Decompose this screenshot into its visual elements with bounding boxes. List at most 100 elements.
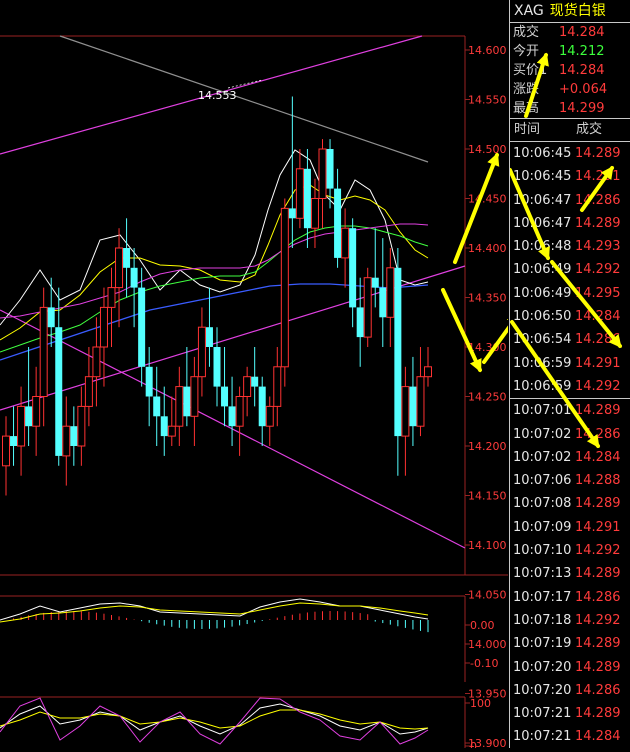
chart-area[interactable]: 14.600 14.550 14.500 14.450 14.400 14.350 14.3…: [0, 0, 520, 752]
tick-row: 10:07:21 14.289: [510, 702, 630, 725]
tick-row: 10:06:47 14.286: [510, 189, 630, 212]
quote-value: 14.284: [559, 25, 605, 40]
candle-body-down: [379, 287, 387, 318]
arrow-up-2: [482, 312, 520, 364]
candle-body-up: [416, 376, 425, 427]
price-tick-label: 14.450: [468, 193, 507, 206]
tick-time: 10:06:48: [513, 239, 572, 255]
tick-row: 10:06:59 14.292: [510, 375, 630, 398]
tick-time: 10:06:49: [513, 285, 572, 301]
tick-price: 14.286: [575, 682, 621, 698]
price-tick-label: 14.600: [468, 44, 507, 57]
candle-body-up: [197, 326, 206, 378]
candle-body-up: [2, 435, 10, 467]
tick-price: 14.291: [575, 169, 621, 185]
tick-time: 10:07:20: [513, 659, 572, 675]
ticks-time-header: 时间: [514, 122, 541, 137]
tick-price: 14.292: [575, 378, 621, 394]
candle-body-down: [349, 228, 357, 308]
tick-time: 10:06:47: [513, 192, 572, 208]
tick-time: 10:06:45: [513, 146, 572, 161]
tick-price: 14.286: [575, 192, 621, 208]
quote-header: XAG 现货白银: [510, 0, 630, 23]
candle-body-up: [363, 277, 372, 338]
tick-row: 10:07:20 14.289: [510, 656, 630, 679]
candlestick-chart[interactable]: 14.60014.55014.50014.45014.40014.35014.3…: [0, 0, 520, 752]
tick-time: 10:07:02: [513, 426, 572, 442]
tick-price: 14.292: [575, 262, 621, 278]
candle-body-up: [273, 366, 282, 407]
tick-time: 10:07:19: [513, 636, 572, 652]
quote-row: 最高 14.299: [510, 99, 630, 118]
tick-price: 14.289: [575, 496, 621, 512]
price-tick-label: 14.400: [468, 242, 507, 255]
macd-dea-line: [0, 602, 429, 623]
tick-row: 10:07:21 14.284: [510, 725, 630, 748]
macd-tick-label: 0.00: [470, 619, 495, 632]
symbol-code: XAG: [514, 3, 544, 19]
quote-value: +0.064: [559, 82, 608, 97]
candle-body-down: [228, 406, 236, 427]
candle-body-down: [221, 386, 229, 407]
tick-list[interactable]: 10:06:45 14.289 10:06:45 14.291 10:06:47 14.2…: [510, 142, 630, 749]
tick-price: 14.289: [575, 566, 621, 582]
candle-body-up: [175, 386, 184, 427]
kdj-tick-label: 100: [470, 697, 491, 710]
candle-body-up: [295, 168, 304, 219]
tick-price: 14.288: [575, 473, 621, 489]
tick-price: 14.293: [575, 239, 621, 255]
candle-body-up: [62, 425, 71, 457]
tick-time: 10:06:59: [513, 378, 572, 394]
tick-row: 10:06:59 14.291: [510, 352, 630, 375]
candle-body-up: [17, 405, 26, 447]
candle-body-up: [190, 376, 199, 417]
quote-label: 买价1: [513, 63, 548, 78]
kdj-tick-label: 0: [470, 740, 477, 748]
high-annotation: 14.553: [198, 89, 237, 102]
candle-body-down: [160, 416, 168, 437]
candle-body-down: [288, 208, 296, 219]
tick-row: 10:07:19 14.289: [510, 632, 630, 655]
candle-body-down: [205, 327, 213, 347]
candle-body-down: [123, 248, 131, 268]
ticks-header: 时间 成交: [510, 118, 630, 142]
ticks-price-header: 成交: [576, 122, 603, 137]
tick-row: 10:07:08 14.289: [510, 492, 630, 515]
price-tick-label: 14.350: [468, 292, 507, 305]
tick-row: 10:07:18 14.292: [510, 609, 630, 632]
tick-time: 10:07:08: [513, 496, 572, 512]
tick-time: 10:07:06: [513, 473, 572, 489]
quote-value: 14.284: [559, 63, 605, 78]
price-axis-ticks: 14.60014.55014.50014.45014.40014.35014.3…: [465, 44, 507, 750]
annotation-arrows: [441, 152, 520, 373]
tick-row: 10:07:02 14.286: [510, 423, 630, 446]
kdj-j-line: [0, 697, 429, 745]
candle-body-down: [356, 307, 364, 338]
tick-time: 10:07:09: [513, 519, 572, 535]
candle-body-up: [77, 405, 86, 447]
candle-body-up: [167, 425, 176, 437]
candle-body-up: [424, 366, 432, 378]
candle-body-down: [10, 436, 18, 446]
tick-row: 10:07:06 14.288: [510, 469, 630, 492]
kdj-k-line: [0, 703, 429, 735]
candle-body-down: [70, 426, 78, 446]
candle-body-down: [303, 168, 311, 229]
tick-price: 14.292: [575, 543, 621, 559]
candle-body-up: [265, 405, 274, 427]
candle-body-up: [107, 287, 116, 308]
resistance-line: [59, 35, 429, 163]
candle-body-up: [310, 198, 319, 229]
price-tick-label: 14.500: [468, 143, 507, 156]
price-tick-label: 14.050: [468, 589, 507, 602]
candle-body-up: [386, 267, 395, 318]
tick-time: 10:06:50: [513, 309, 572, 325]
candle-body-down: [251, 376, 259, 387]
tick-time: 10:07:21: [513, 706, 572, 722]
tick-time: 10:07:21: [513, 729, 572, 745]
tick-row: 10:06:50 14.284: [510, 305, 630, 328]
price-tick-label: 14.100: [468, 539, 507, 552]
candle-body-down: [371, 277, 379, 288]
tick-time: 10:07:01: [513, 403, 572, 419]
tick-price: 14.284: [575, 309, 621, 325]
